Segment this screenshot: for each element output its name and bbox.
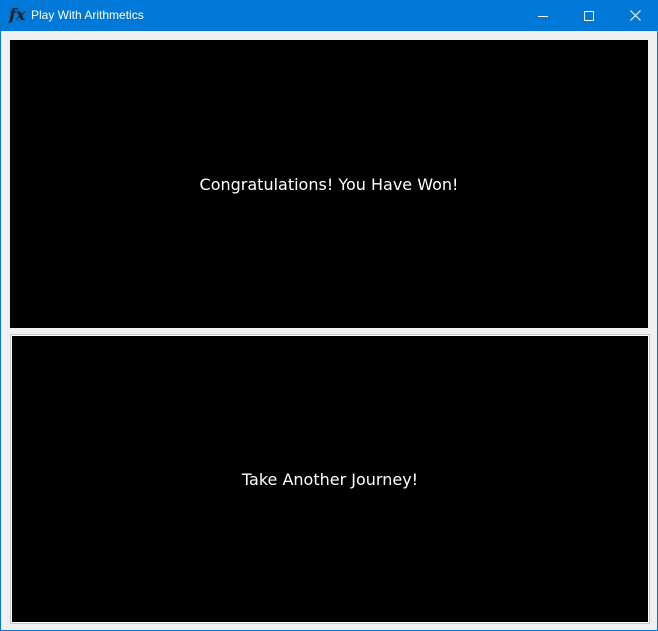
win-message: Congratulations! You Have Won! xyxy=(199,174,459,194)
result-panel: Congratulations! You Have Won! xyxy=(10,40,648,328)
minimize-icon xyxy=(538,15,548,17)
app-window: fx Play With Arithmetics Congratulations… xyxy=(0,0,658,631)
maximize-icon xyxy=(584,10,594,21)
close-button[interactable] xyxy=(612,0,658,31)
minimize-button[interactable] xyxy=(520,0,566,31)
fx-icon: fx xyxy=(9,5,26,24)
window-title: Play With Arithmetics xyxy=(31,8,144,22)
maximize-button[interactable] xyxy=(566,0,612,31)
restart-button[interactable]: Take Another Journey! xyxy=(11,335,649,623)
title-bar[interactable]: fx Play With Arithmetics xyxy=(0,0,658,31)
close-icon xyxy=(629,10,641,21)
restart-button-label: Take Another Journey! xyxy=(241,469,419,489)
client-area: Congratulations! You Have Won! Take Anot… xyxy=(1,31,657,630)
